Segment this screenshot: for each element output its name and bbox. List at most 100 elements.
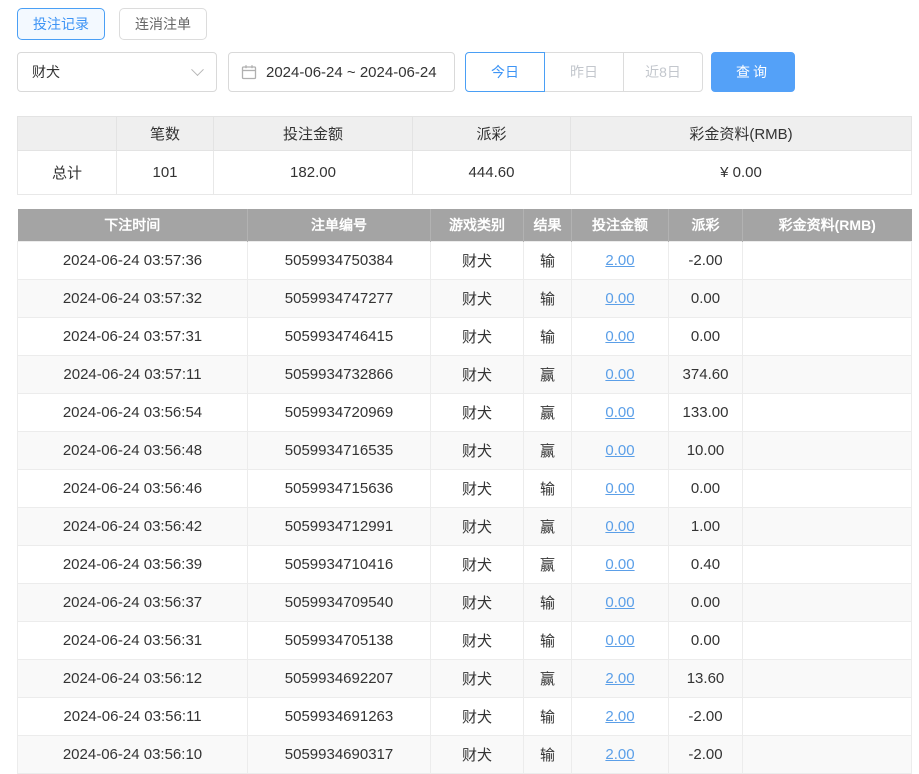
bet-amount-link[interactable]: 0.00 [605,632,634,649]
result-cell: 赢 [524,393,572,431]
game-select[interactable]: 财犬 [17,52,217,92]
order-id-cell: 5059934732866 [248,355,431,393]
bet-amount-cell: 0.00 [572,545,669,583]
bet-amount-cell: 2.00 [572,697,669,735]
bet-time-cell: 2024-06-24 03:57:32 [18,279,248,317]
col-header-game-type: 游戏类别 [431,209,524,241]
filter-bar: 财犬 2024-06-24 ~ 2024-06-24 今日 昨日 近8日 查询 [17,52,911,92]
order-id-cell: 5059934705138 [248,621,431,659]
bet-amount-cell: 2.00 [572,659,669,697]
result-cell: 输 [524,469,572,507]
bonus-cell [743,469,912,507]
bet-amount-cell: 0.00 [572,583,669,621]
game-type-cell: 财犬 [431,697,524,735]
table-row: 2024-06-24 03:56:395059934710416财犬赢0.000… [18,545,912,583]
bet-amount-link[interactable]: 0.00 [605,442,634,459]
order-id-cell: 5059934692207 [248,659,431,697]
payout-cell: -2.00 [669,735,743,773]
tabs: 投注记录 连消注单 [17,8,911,40]
page-root: 投注记录 连消注单 财犬 2024-06-24 ~ 2024-06-24 今日 … [0,0,919,774]
bet-time-cell: 2024-06-24 03:56:12 [18,659,248,697]
bet-amount-link[interactable]: 0.00 [605,404,634,421]
bet-amount-link[interactable]: 0.00 [605,594,634,611]
table-row: 2024-06-24 03:57:325059934747277财犬输0.000… [18,279,912,317]
bet-amount-link[interactable]: 2.00 [605,670,634,687]
summary-header-empty [18,117,117,151]
result-cell: 赢 [524,659,572,697]
payout-cell: 0.00 [669,279,743,317]
game-type-cell: 财犬 [431,469,524,507]
game-type-cell: 财犬 [431,317,524,355]
summary-payout-value: 444.60 [413,151,571,195]
bonus-cell [743,393,912,431]
bet-amount-link[interactable]: 2.00 [605,746,634,763]
date-range-text: 2024-06-24 ~ 2024-06-24 [266,64,437,81]
order-id-cell: 5059934709540 [248,583,431,621]
result-cell: 输 [524,241,572,279]
bet-amount-link[interactable]: 0.00 [605,480,634,497]
summary-total-row: 总计 101 182.00 444.60 ¥ 0.00 [18,151,912,195]
col-header-payout: 派彩 [669,209,743,241]
bet-time-cell: 2024-06-24 03:56:31 [18,621,248,659]
summary-header-bonus: 彩金资料(RMB) [571,117,912,151]
bet-amount-link[interactable]: 0.00 [605,328,634,345]
bet-time-cell: 2024-06-24 03:57:31 [18,317,248,355]
col-header-bet-time: 下注时间 [18,209,248,241]
bet-table-body: 2024-06-24 03:57:365059934750384财犬输2.00-… [18,241,912,773]
bet-amount-link[interactable]: 2.00 [605,708,634,725]
bet-amount-link[interactable]: 0.00 [605,290,634,307]
bet-amount-link[interactable]: 0.00 [605,556,634,573]
bet-time-cell: 2024-06-24 03:56:46 [18,469,248,507]
bonus-cell [743,355,912,393]
payout-cell: 374.60 [669,355,743,393]
range-button-last8days[interactable]: 近8日 [623,52,703,92]
table-row: 2024-06-24 03:56:105059934690317财犬输2.00-… [18,735,912,773]
game-type-cell: 财犬 [431,621,524,659]
bet-time-cell: 2024-06-24 03:57:36 [18,241,248,279]
payout-cell: -2.00 [669,697,743,735]
summary-header-count: 笔数 [117,117,214,151]
order-id-cell: 5059934691263 [248,697,431,735]
bet-amount-cell: 0.00 [572,317,669,355]
calendar-icon [241,64,257,80]
table-row: 2024-06-24 03:56:115059934691263财犬输2.00-… [18,697,912,735]
bonus-cell [743,621,912,659]
tab-cancelled-orders[interactable]: 连消注单 [119,8,207,40]
payout-cell: 0.00 [669,317,743,355]
game-type-cell: 财犬 [431,507,524,545]
bonus-cell [743,317,912,355]
search-button[interactable]: 查询 [711,52,795,92]
game-type-cell: 财犬 [431,241,524,279]
payout-cell: 0.40 [669,545,743,583]
game-type-cell: 财犬 [431,659,524,697]
result-cell: 输 [524,279,572,317]
game-type-cell: 财犬 [431,545,524,583]
col-header-bonus: 彩金资料(RMB) [743,209,912,241]
range-button-yesterday[interactable]: 昨日 [544,52,624,92]
bet-amount-link[interactable]: 0.00 [605,518,634,535]
payout-cell: 0.00 [669,621,743,659]
bonus-cell [743,545,912,583]
order-id-cell: 5059934750384 [248,241,431,279]
range-button-today[interactable]: 今日 [465,52,545,92]
table-row: 2024-06-24 03:56:315059934705138财犬输 0.00 0… [18,621,912,659]
game-type-cell: 财犬 [431,431,524,469]
tab-bet-records[interactable]: 投注记录 [17,8,105,40]
bet-amount-cell: 0.00 [572,621,669,659]
payout-cell: -2.00 [669,241,743,279]
quick-range-group: 今日 昨日 近8日 [465,52,703,92]
game-type-cell: 财犬 [431,735,524,773]
col-header-result: 结果 [524,209,572,241]
bet-amount-link[interactable]: 2.00 [605,252,634,269]
payout-cell: 13.60 [669,659,743,697]
bet-time-cell: 2024-06-24 03:56:39 [18,545,248,583]
bet-time-cell: 2024-06-24 03:56:48 [18,431,248,469]
game-type-cell: 财犬 [431,279,524,317]
date-range-picker[interactable]: 2024-06-24 ~ 2024-06-24 [228,52,455,92]
bet-amount-link[interactable]: 0.00 [605,366,634,383]
game-type-cell: 财犬 [431,583,524,621]
table-row: 2024-06-24 03:56:485059934716535财犬赢0.001… [18,431,912,469]
result-cell: 输 [524,621,572,659]
payout-cell: 10.00 [669,431,743,469]
summary-header-row: 笔数 投注金额 派彩 彩金资料(RMB) [18,117,912,151]
